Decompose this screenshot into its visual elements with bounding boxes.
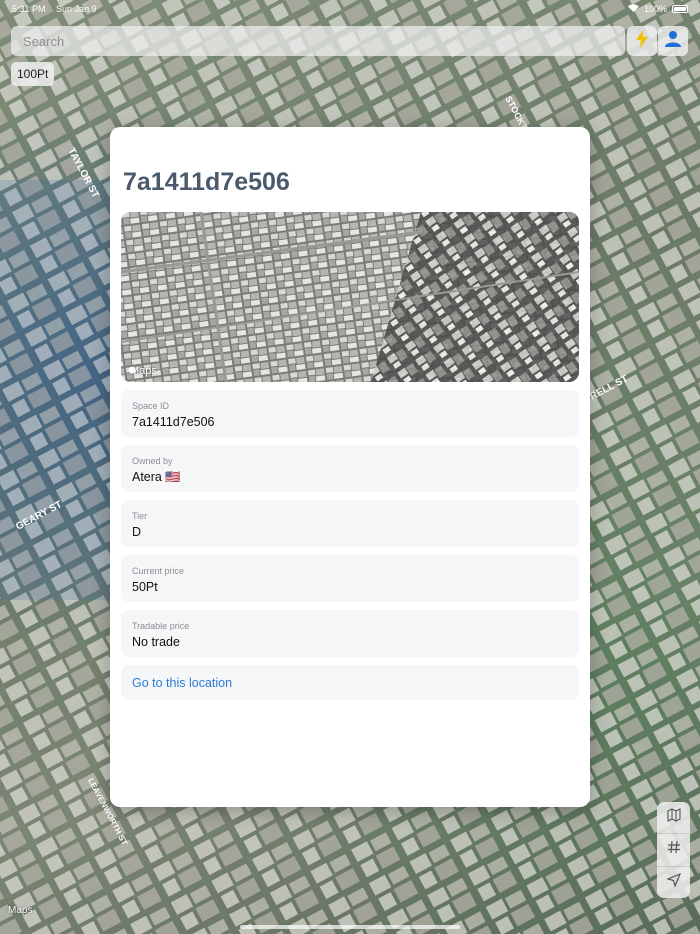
street-label: GEARY ST — [14, 499, 64, 532]
map-controls — [657, 802, 690, 898]
battery-icon — [672, 5, 688, 13]
status-time: 5:31 PM — [12, 4, 46, 14]
status-bar: 5:31 PM Sun Jan 9 100% — [0, 0, 700, 18]
hashtag-icon — [667, 840, 681, 859]
locate-button[interactable] — [657, 867, 690, 898]
field-label: Space ID — [132, 401, 170, 411]
location-arrow-icon — [665, 872, 681, 892]
field-value: Atera 🇺🇸 — [132, 470, 181, 484]
space-id-card: Space ID 7a1411d7e506 — [121, 390, 579, 437]
field-label: Owned by — [132, 456, 173, 466]
map-icon — [666, 808, 681, 827]
status-left: 5:31 PM Sun Jan 9 — [12, 4, 105, 14]
field-value: 7a1411d7e506 — [132, 415, 215, 429]
go-to-location-link[interactable]: Go to this location — [132, 676, 232, 690]
current-price-card: Current price 50Pt — [121, 555, 579, 602]
field-label: Tier — [132, 511, 148, 521]
grid-button[interactable] — [657, 834, 690, 867]
field-label: Tradable price — [132, 621, 190, 631]
tier-card: Tier D — [121, 500, 579, 547]
search-bar[interactable] — [11, 26, 625, 56]
search-input[interactable] — [23, 33, 613, 49]
profile-button[interactable] — [658, 26, 688, 56]
points-badge[interactable]: 100Pt — [11, 62, 55, 86]
owned-by-card: Owned by Atera 🇺🇸 — [121, 445, 579, 492]
boost-button[interactable] — [627, 26, 657, 56]
preview-maps-attribution: Maps — [128, 365, 157, 377]
home-indicator[interactable] — [240, 925, 460, 929]
tradable-price-card: Tradable price No trade — [121, 610, 579, 657]
go-to-location-card[interactable]: Go to this location — [121, 665, 579, 700]
maps-watermark: Maps — [8, 905, 32, 916]
location-preview-image[interactable]: Maps — [121, 212, 579, 382]
field-value: No trade — [132, 635, 180, 649]
street-label: RELL ST — [588, 373, 630, 402]
maps-watermark-label: Maps — [8, 905, 33, 916]
modal-title: 7a1411d7e506 — [123, 168, 290, 196]
battery-percent: 100% — [643, 4, 667, 14]
lightning-bolt-icon — [635, 29, 649, 53]
field-label: Current price — [132, 566, 185, 576]
aerial-city-image — [121, 212, 579, 382]
field-value: D — [132, 525, 142, 539]
status-date: Sun Jan 9 — [56, 4, 97, 14]
space-detail-modal: 7a1411d7e506 Maps Space ID 7a1411d7e506 … — [110, 127, 590, 807]
street-label: TAYLOR ST — [65, 146, 101, 200]
wifi-icon — [627, 4, 639, 14]
field-value: 50Pt — [132, 580, 158, 594]
status-right: 100% — [627, 4, 688, 14]
person-icon — [665, 30, 681, 52]
map-mode-button[interactable] — [657, 802, 690, 835]
points-value: 100Pt — [17, 67, 49, 81]
